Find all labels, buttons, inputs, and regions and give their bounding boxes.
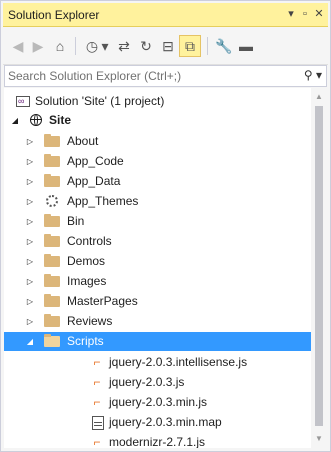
folder-icon: [44, 154, 60, 167]
tree-item-folder[interactable]: ▷ About: [4, 132, 311, 151]
tree-item-label: About: [67, 134, 99, 148]
collapsed-arrow-icon[interactable]: ▷: [25, 212, 35, 231]
tree-item-folder[interactable]: ▷ Demos: [4, 252, 311, 271]
tree-item-label: jquery-2.0.3.js: [109, 375, 185, 389]
vertical-scrollbar[interactable]: ▲ ▼: [311, 88, 327, 448]
tree-item-file[interactable]: ⌐ modernizr-2.7.1.js: [4, 433, 311, 448]
tree-item-file[interactable]: ⌐ jquery-2.0.3.min.js: [4, 393, 311, 412]
scroll-down-arrow-icon[interactable]: ▼: [311, 432, 327, 446]
show-all-files-icon[interactable]: ⧉: [179, 35, 201, 57]
js-file-icon: ⌐: [93, 355, 101, 369]
tree-item-label: Demos: [67, 254, 106, 268]
search-icon[interactable]: ⚲ ▾: [304, 68, 322, 82]
folder-icon: [44, 254, 60, 267]
refresh-icon[interactable]: ↻: [135, 35, 157, 57]
search-input[interactable]: [5, 66, 298, 86]
tree-item-folder[interactable]: ▷ Reviews: [4, 312, 311, 331]
tree-item-label: Images: [67, 274, 107, 288]
tree-item-folder[interactable]: ▷ Controls: [4, 232, 311, 251]
solution-icon: [16, 92, 30, 111]
close-icon[interactable]: ✕: [312, 7, 326, 21]
tree-item-folder[interactable]: ▷ Images: [4, 272, 311, 291]
sync-with-active-document-icon[interactable]: ⇄: [113, 35, 135, 57]
tree-item-folder[interactable]: ▷ App_Themes: [4, 192, 311, 211]
js-file-icon: ⌐: [93, 395, 101, 409]
back-icon[interactable]: ◀: [7, 35, 29, 57]
title-bar[interactable]: Solution Explorer ▾ ▫ ✕: [3, 3, 328, 27]
tree-item-folder[interactable]: ▷ Bin: [4, 212, 311, 231]
collapsed-arrow-icon[interactable]: ▷: [25, 152, 35, 171]
expanded-arrow-icon[interactable]: ◢: [10, 111, 20, 130]
tree-item-label: Solution 'Site' (1 project): [35, 94, 165, 108]
tree-item-label: jquery-2.0.3.intellisense.js: [109, 355, 248, 369]
scrollbar-thumb[interactable]: [315, 106, 323, 426]
collapsed-arrow-icon[interactable]: ▷: [25, 172, 35, 191]
tree-item-label: Scripts: [67, 334, 104, 348]
preview-selected-items-icon[interactable]: ▬: [235, 35, 257, 57]
tree-item-solution[interactable]: Solution 'Site' (1 project): [4, 92, 311, 111]
tree-item-file[interactable]: ⌐ jquery-2.0.3.js: [4, 373, 311, 392]
folder-open-icon: [44, 334, 60, 347]
folder-icon: [44, 174, 60, 187]
toolbar: ◀ ▶ ⌂ ◷ ▾ ⇄ ↻ ⊟ ⧉ 🔧 ▬: [3, 28, 328, 65]
home-icon[interactable]: ⌂: [49, 35, 71, 57]
tree-item-label: jquery-2.0.3.min.js: [109, 395, 208, 409]
tree-item-file[interactable]: jquery-2.0.3.min.map: [4, 413, 311, 432]
collapsed-arrow-icon[interactable]: ▷: [25, 232, 35, 251]
collapsed-arrow-icon[interactable]: ▷: [25, 132, 35, 151]
solution-tree: Solution 'Site' (1 project) ◢ Site ▷ Abo…: [4, 88, 311, 448]
collapsed-arrow-icon[interactable]: ▷: [25, 252, 35, 271]
scroll-up-arrow-icon[interactable]: ▲: [311, 90, 327, 104]
collapsed-arrow-icon[interactable]: ▷: [25, 312, 35, 331]
tree-item-folder[interactable]: ▷ MasterPages: [4, 292, 311, 311]
tree-item-project-site[interactable]: ◢ Site: [4, 111, 311, 130]
tree-item-label: Controls: [67, 234, 112, 248]
tree-item-label: Reviews: [67, 314, 113, 328]
window-position-dropdown-icon[interactable]: ▾: [284, 7, 298, 21]
tree-item-folder[interactable]: ▷ App_Code: [4, 152, 311, 171]
collapsed-arrow-icon[interactable]: ▷: [25, 292, 35, 311]
properties-icon[interactable]: 🔧: [213, 35, 235, 57]
js-file-icon: ⌐: [93, 375, 101, 389]
collapse-all-icon[interactable]: ⊟: [157, 35, 179, 57]
map-file-icon: [92, 416, 104, 430]
folder-icon: [44, 234, 60, 247]
tree-item-label: MasterPages: [67, 294, 138, 308]
tree-item-folder[interactable]: ▷ App_Data: [4, 172, 311, 191]
collapsed-arrow-icon[interactable]: ▷: [25, 272, 35, 291]
tree-item-label: modernizr-2.7.1.js: [109, 435, 206, 448]
tree-item-label: Bin: [67, 214, 85, 228]
folder-icon: [44, 274, 60, 287]
tree-item-label: App_Code: [67, 154, 124, 168]
search-box: ⚲ ▾: [4, 65, 327, 87]
collapsed-arrow-icon[interactable]: ▷: [25, 192, 35, 211]
folder-icon: [44, 314, 60, 327]
toolbar-separator: [207, 37, 208, 55]
folder-icon: [44, 214, 60, 227]
forward-icon[interactable]: ▶: [27, 35, 49, 57]
tree-item-folder-selected[interactable]: ◢ Scripts: [4, 332, 311, 351]
tree-item-label: Site: [49, 113, 72, 127]
tree-item-label: jquery-2.0.3.min.map: [109, 415, 222, 429]
pending-changes-dropdown-icon[interactable]: ▾: [99, 35, 111, 57]
window-title: Solution Explorer: [8, 8, 100, 22]
expanded-arrow-icon[interactable]: ◢: [25, 332, 35, 351]
js-file-icon: ⌐: [93, 435, 101, 449]
tree-item-label: App_Data: [67, 174, 121, 188]
toolbar-separator: [75, 37, 76, 55]
tree-item-label: App_Themes: [67, 194, 139, 208]
auto-hide-pin-icon[interactable]: ▫: [298, 7, 312, 21]
solution-explorer-window: Solution Explorer ▾ ▫ ✕ ◀ ▶ ⌂ ◷ ▾ ⇄ ↻ ⊟ …: [0, 0, 331, 452]
theme-icon: [46, 195, 58, 207]
folder-icon: [44, 134, 60, 147]
tree-item-file[interactable]: ⌐ jquery-2.0.3.intellisense.js: [4, 353, 311, 372]
web-project-icon: [30, 114, 42, 126]
folder-icon: [44, 294, 60, 307]
